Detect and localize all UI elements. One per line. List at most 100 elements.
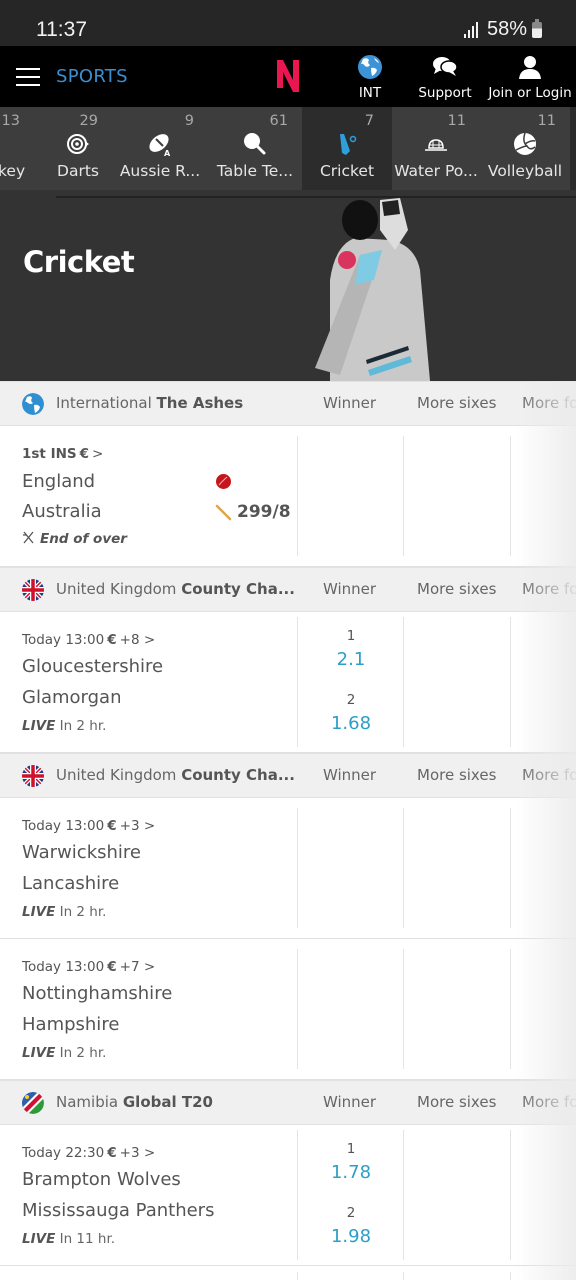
tab-label: Aussie R... xyxy=(119,162,201,180)
darts-icon xyxy=(44,131,112,157)
sports-link[interactable]: SPORTS xyxy=(56,66,128,87)
divider xyxy=(297,436,298,556)
svg-text:A: A xyxy=(164,149,171,157)
column-more-sixes: More sixes xyxy=(417,1093,497,1111)
support-button[interactable]: Support xyxy=(413,52,477,101)
region-label: INT xyxy=(358,85,382,101)
divider xyxy=(403,949,404,1069)
tab-label: Table Te... xyxy=(216,162,294,180)
region-button[interactable]: INT xyxy=(352,52,388,101)
tab-label: Water Po... xyxy=(394,162,478,180)
column-winner: Winner xyxy=(323,766,377,784)
event-meta[interactable]: Today 13:00 € +7 > xyxy=(22,959,155,975)
tab-count: 29 xyxy=(79,113,98,129)
divider xyxy=(510,436,511,556)
column-more-sixes: More sixes xyxy=(417,766,497,784)
tab-count: 7 xyxy=(364,113,374,129)
event-status: LIVE In 2 hr. xyxy=(22,904,107,920)
league-header[interactable]: United Kingdom County Cha... Winner More… xyxy=(0,567,576,612)
tab-hockey[interactable]: 13 key xyxy=(0,107,44,190)
brand-logo[interactable] xyxy=(273,56,303,94)
event-row[interactable]: Today 13:00 € +8 > Gloucestershire Glamorg… xyxy=(0,612,576,753)
column-more-fours: More fo xyxy=(522,394,576,412)
score: 299/8 xyxy=(237,502,291,522)
event-row[interactable]: Today 13:00 € +3 > Warwickshire Lancashire… xyxy=(0,798,576,939)
column-winner: Winner xyxy=(323,580,377,598)
globe-flag-icon xyxy=(22,393,44,415)
team-away: Lancashire xyxy=(22,873,120,894)
event-meta[interactable]: Today 13:00 € +3 > xyxy=(22,818,155,834)
column-more-sixes: More sixes xyxy=(417,580,497,598)
league-header[interactable]: International The Ashes Winner More sixe… xyxy=(0,381,576,426)
column-more-fours: More fo xyxy=(522,766,576,784)
team-away: Hampshire xyxy=(22,1014,120,1035)
divider xyxy=(510,808,511,928)
event-meta[interactable]: Today 22:30 € +3 > xyxy=(22,1145,155,1161)
water-polo-icon xyxy=(392,131,480,157)
bowling-ball-icon xyxy=(216,474,231,489)
tab-table-tennis[interactable]: 61 Table Te... xyxy=(208,107,302,190)
table-tennis-icon xyxy=(208,131,302,157)
menu-icon[interactable] xyxy=(16,68,40,86)
event-meta[interactable]: Today 13:00 € +8 > xyxy=(22,632,155,648)
tab-cricket[interactable]: 7 Cricket xyxy=(302,107,392,190)
tab-count: 61 xyxy=(269,113,288,129)
column-more-sixes: More sixes xyxy=(417,394,497,412)
divider xyxy=(403,1272,404,1280)
team-away: Australia xyxy=(22,501,102,522)
chat-icon xyxy=(431,52,459,82)
divider xyxy=(403,808,404,928)
support-label: Support xyxy=(418,85,472,101)
team-home: England xyxy=(22,471,96,492)
team-away: Mississauga Panthers xyxy=(22,1200,215,1221)
divider xyxy=(510,949,511,1069)
tab-count: 11 xyxy=(537,113,556,129)
event-meta[interactable]: 1st INS € > xyxy=(22,446,103,462)
event-row[interactable]: Today 22:30 € +3 > Brampton Wolves Mississ… xyxy=(0,1125,576,1266)
sport-tabs[interactable]: 13 key 29 Darts 9 A Aussie R... 61 Table… xyxy=(0,107,576,190)
event-row[interactable]: Today 13:00 € +7 > Nottinghamshire Hampshi… xyxy=(0,939,576,1080)
tab-label: Volleyball xyxy=(487,162,563,180)
league-name: International The Ashes xyxy=(56,394,244,412)
tab-volleyball[interactable]: 11 Volleyball xyxy=(480,107,570,190)
cricketer-image xyxy=(315,198,430,381)
uk-flag-icon xyxy=(22,579,44,601)
league-header[interactable]: United Kingdom County Cha... Winner More… xyxy=(0,753,576,798)
namibia-flag-icon xyxy=(22,1092,44,1114)
divider xyxy=(297,617,298,747)
event-row[interactable]: 1st INS € > England Australia 299/8 End of… xyxy=(0,426,576,567)
aussie-rules-icon: A xyxy=(112,131,208,157)
batting-icon xyxy=(215,504,232,521)
tab-darts[interactable]: 29 Darts xyxy=(44,107,112,190)
column-winner: Winner xyxy=(323,1093,377,1111)
volleyball-icon xyxy=(480,131,570,157)
event-row[interactable] xyxy=(0,1266,576,1280)
event-status: End of over xyxy=(22,531,127,547)
league-header[interactable]: Namibia Global T20 Winner More sixes Mor… xyxy=(0,1080,576,1125)
odd-button[interactable]: 2.1 xyxy=(298,649,404,670)
divider xyxy=(510,617,511,747)
battery-icon xyxy=(532,18,542,38)
tab-count: 13 xyxy=(1,113,20,129)
page-title: Cricket xyxy=(23,245,135,279)
divider xyxy=(403,436,404,556)
tab-count: 9 xyxy=(184,113,194,129)
odd-button[interactable]: 1.98 xyxy=(298,1226,404,1247)
divider xyxy=(297,1130,298,1260)
uk-flag-icon xyxy=(22,765,44,787)
odd-button[interactable]: 1.78 xyxy=(298,1162,404,1183)
tab-water-polo[interactable]: 11 Water Po... xyxy=(392,107,480,190)
status-time: 11:37 xyxy=(36,18,87,41)
login-button[interactable]: Join or Login xyxy=(486,52,574,101)
team-home: Warwickshire xyxy=(22,842,141,863)
signal-icon xyxy=(463,21,478,38)
odd-button[interactable]: 1.68 xyxy=(298,713,404,734)
status-indicators: 58% xyxy=(463,18,542,41)
league-name: United Kingdom County Cha... xyxy=(56,766,295,784)
tab-aussie-rules[interactable]: 9 A Aussie R... xyxy=(112,107,208,190)
event-status: LIVE In 11 hr. xyxy=(22,1231,116,1247)
team-home: Gloucestershire xyxy=(22,656,164,677)
column-more-fours: More fo xyxy=(522,1093,576,1111)
login-label: Join or Login xyxy=(488,85,572,101)
divider xyxy=(297,808,298,928)
